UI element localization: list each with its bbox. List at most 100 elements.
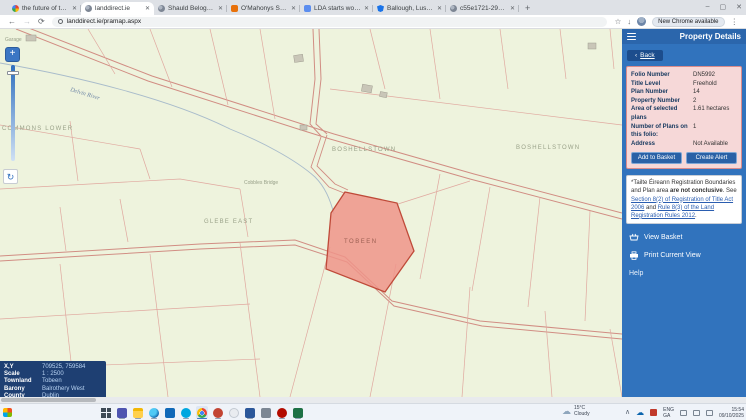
print-current-view-link[interactable]: Print Current View	[629, 251, 739, 260]
weather-widget[interactable]: ☁ 15°C Cloudy	[562, 405, 590, 417]
map-label-boshellstown-2: BOSHELLSTOWN	[516, 145, 580, 151]
taskbar-red-app-icon[interactable]	[212, 406, 224, 419]
tab-5[interactable]: Ballough, Lusk, County D... ✕	[373, 2, 446, 15]
onedrive-icon[interactable]: ☁	[636, 409, 644, 417]
google-favicon	[12, 5, 19, 12]
zoom-slider-track[interactable]	[11, 65, 15, 161]
taskbar-excel-icon[interactable]	[292, 406, 304, 419]
tab-2[interactable]: Shauld Beloggen 2021 ✕	[154, 2, 227, 15]
info-row-townland: Townland Tobeen	[4, 378, 102, 385]
tab-1-active[interactable]: landdirect.ie ✕	[81, 2, 154, 15]
field-value: Not Available	[693, 140, 728, 149]
taskbar-edge-icon[interactable]	[148, 406, 160, 419]
disclaimer-bold: are not conclusive	[670, 188, 723, 194]
site-info-icon[interactable]	[58, 19, 63, 24]
tab-close-icon[interactable]: ✕	[364, 5, 369, 12]
map-info-box: X,Y 709525, 759584 Scale 1 : 2500 Townla…	[0, 361, 106, 397]
view-basket-link[interactable]: View Basket	[629, 233, 739, 242]
tab-6[interactable]: c55e1721-29d3-439e-9f... ✕	[446, 2, 519, 15]
tab-close-icon[interactable]: ✕	[218, 5, 223, 12]
system-tray: ∧ ☁ ENG GA 15:54 09/10/2025	[625, 404, 744, 420]
road	[16, 29, 622, 219]
card-buttons: Add to Basket Create Alert	[631, 152, 737, 164]
start-menu-icon[interactable]	[3, 408, 12, 417]
panel-title: Property Details	[680, 32, 741, 41]
field-value: 14	[693, 88, 700, 97]
language-indicator[interactable]: ENG GA	[663, 407, 674, 419]
tab-close-icon[interactable]: ✕	[291, 5, 296, 12]
downloads-icon[interactable]: ↓	[627, 18, 631, 26]
zoom-in-button[interactable]: +	[6, 48, 19, 61]
kebab-menu-icon[interactable]: ⋮	[731, 18, 739, 26]
print-view-label: Print Current View	[644, 252, 701, 259]
network-icon[interactable]	[680, 410, 687, 416]
tab-0[interactable]: the future of the profess... ✕	[8, 2, 81, 15]
taskbar-settings-icon[interactable]	[228, 406, 240, 419]
help-link[interactable]: Help	[629, 270, 739, 277]
maximize-button[interactable]: ▢	[720, 3, 727, 11]
profile-avatar[interactable]	[637, 17, 646, 26]
chrome-update-chip[interactable]: New Chrome available	[652, 17, 724, 27]
field-label: Address	[631, 140, 693, 149]
zoom-slider-handle[interactable]	[7, 71, 19, 75]
taskbar-outlook-icon[interactable]	[164, 406, 176, 419]
volume-icon[interactable]	[693, 410, 700, 416]
hamburger-menu-icon[interactable]	[627, 33, 636, 41]
back-icon[interactable]: ←	[8, 18, 16, 26]
close-window-button[interactable]: ✕	[736, 3, 742, 11]
map-reset-button[interactable]: ↻	[3, 169, 18, 184]
basket-icon	[629, 233, 639, 242]
tab-4[interactable]: LDA starts work on 1,1... ✕	[300, 2, 373, 15]
field-area: Area of selected plans 1.61 hectares	[631, 105, 737, 122]
back-label: Back	[640, 52, 654, 59]
taskbar-word-icon[interactable]	[244, 406, 256, 419]
taskbar-file-explorer-icon[interactable]	[132, 406, 144, 419]
tray-overflow-chevron-icon[interactable]: ∧	[625, 409, 630, 416]
taskbar-start-icon[interactable]	[100, 406, 112, 419]
tab-close-icon[interactable]: ✕	[72, 5, 77, 12]
field-value: 1	[693, 123, 696, 140]
tray-red-app-icon[interactable]	[650, 409, 657, 416]
taskbar-grey-app-icon[interactable]	[260, 406, 272, 419]
toolbar-actions: ☆ ↓ New Chrome available ⋮	[615, 17, 738, 27]
battery-icon[interactable]	[706, 410, 713, 416]
taskbar: ☁ 15°C Cloudy ∧ ☁ ENG GA 15:54 09/10/202…	[0, 403, 746, 420]
taskbar-acrobat-icon[interactable]	[276, 406, 288, 419]
screen: the future of the profess... ✕ landdirec…	[0, 0, 746, 420]
field-property-number: Property Number 2	[631, 97, 737, 106]
taskbar-skype-icon[interactable]	[180, 406, 192, 419]
new-tab-button[interactable]: +	[525, 3, 530, 13]
river-line	[0, 63, 334, 214]
create-alert-button[interactable]: Create Alert	[686, 152, 737, 164]
tab-close-icon[interactable]: ✕	[437, 5, 442, 12]
tab-close-icon[interactable]: ✕	[510, 5, 515, 12]
taskbar-chrome-icon[interactable]	[196, 406, 208, 419]
clock[interactable]: 15:54 09/10/2025	[719, 407, 744, 419]
map-viewport[interactable]: Garage COMMONS LOWER Delvin River BOSHEL…	[0, 29, 622, 397]
field-value: DN5992	[693, 71, 715, 80]
back-button[interactable]: ‹ Back	[627, 50, 663, 61]
tab-3[interactable]: O'Mahonys Solicitors ✕	[227, 2, 300, 15]
boundaries-disclaimer: *Tailte Éireann Registration Boundaries …	[626, 175, 742, 223]
reload-icon[interactable]: ⟳	[38, 18, 45, 26]
address-bar[interactable]: landdirect.ie/pramap.aspx	[52, 17, 607, 27]
tab-close-icon[interactable]: ✕	[145, 5, 150, 12]
taskbar-teams-icon[interactable]	[116, 406, 128, 419]
road	[0, 245, 622, 339]
map-label-glebe-east: GLEBE EAST	[204, 219, 253, 225]
add-to-basket-button[interactable]: Add to Basket	[631, 152, 682, 164]
bookmark-star-icon[interactable]: ☆	[615, 18, 622, 26]
forward-icon[interactable]: →	[23, 18, 31, 26]
window-controls: – ▢ ✕	[706, 0, 742, 13]
road	[0, 240, 622, 334]
info-label: Townland	[4, 378, 42, 385]
map-canvas[interactable]: Garage COMMONS LOWER Delvin River BOSHEL…	[0, 29, 622, 397]
minimize-button[interactable]: –	[706, 3, 710, 10]
scrollbar-thumb[interactable]	[1, 398, 96, 402]
url-text: landdirect.ie/pramap.aspx	[67, 18, 141, 25]
map-label-boshellstown: BOSHELLSTOWN	[332, 147, 396, 153]
news-favicon	[304, 5, 311, 12]
disclaimer-text: .	[695, 213, 697, 219]
lane	[311, 137, 344, 193]
tab-title: c55e1721-29d3-439e-9f...	[460, 5, 507, 12]
